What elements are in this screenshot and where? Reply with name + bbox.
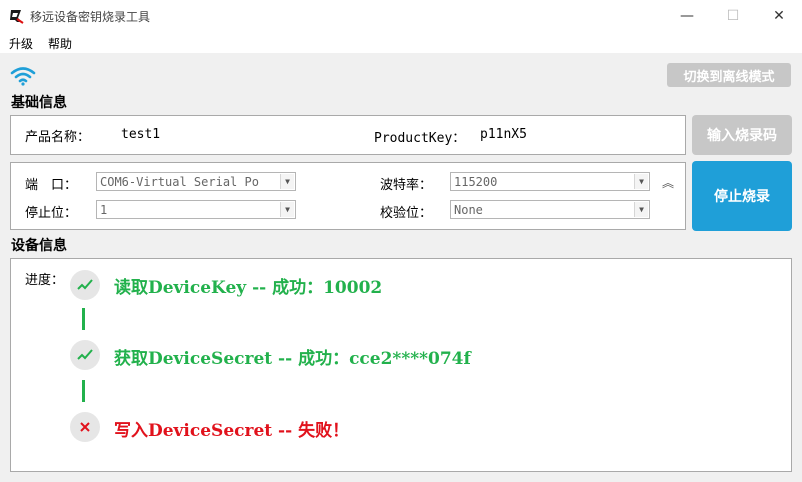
menu-upgrade[interactable]: 升级 — [9, 35, 33, 52]
window-title: 移远设备密钥烧录工具 — [30, 10, 151, 24]
close-button[interactable]: ✕ — [756, 0, 802, 31]
baud-select[interactable]: 115200 ▼ — [450, 172, 650, 191]
success-check-icon — [70, 340, 100, 370]
stopbits-select-value: 1 — [100, 202, 108, 217]
product-key-label: ProductKey： — [374, 131, 466, 146]
step-connector — [82, 380, 85, 402]
basic-info-title: 基础信息 — [11, 95, 67, 111]
port-select-value: COM6-Virtual Serial Po — [100, 174, 259, 189]
offline-mode-button[interactable]: 切换到离线模式 — [667, 63, 791, 87]
input-burn-code-button[interactable]: 输入烧录码 — [692, 115, 792, 155]
step-read-devicekey: 读取DeviceKey -- 成功：10002 — [114, 278, 383, 298]
maximize-icon: ☐ — [726, 7, 740, 24]
product-key-value: p11nX5 — [480, 127, 527, 142]
basic-info-panel — [10, 115, 686, 155]
maximize-button[interactable]: ☐ — [710, 0, 756, 31]
device-info-title: 设备信息 — [11, 238, 67, 254]
product-name-label: 产品名称： — [25, 130, 91, 145]
product-name-value: test1 — [121, 127, 161, 142]
step-get-devicesecret: 获取DeviceSecret -- 成功：cce2****074f — [114, 349, 471, 369]
minimize-button[interactable]: — — [664, 0, 710, 31]
parity-select-value: None — [454, 202, 483, 217]
wifi-icon — [10, 67, 36, 86]
app-logo-icon — [10, 10, 24, 24]
step-write-devicesecret: 写入DeviceSecret -- 失败！ — [114, 421, 350, 441]
stopbits-label: 停止位： — [25, 206, 78, 221]
stopbits-select[interactable]: 1 ▼ — [96, 200, 296, 219]
baud-select-value: 115200 — [454, 174, 498, 189]
minimize-icon: — — [680, 7, 694, 24]
progress-label: 进度： — [25, 273, 65, 288]
chevron-down-icon: ▼ — [280, 174, 294, 189]
menu-bar — [0, 31, 802, 53]
collapse-icon[interactable]: ︽ — [662, 174, 674, 191]
fail-cross-icon — [70, 412, 100, 442]
chevron-down-icon: ▼ — [634, 202, 648, 217]
menu-help[interactable]: 帮助 — [48, 35, 72, 52]
close-icon: ✕ — [773, 7, 785, 24]
success-check-icon — [70, 270, 100, 300]
parity-select[interactable]: None ▼ — [450, 200, 650, 219]
port-label: 端 口： — [25, 178, 78, 193]
chevron-down-icon: ▼ — [634, 174, 648, 189]
chevron-down-icon: ▼ — [280, 202, 294, 217]
port-select[interactable]: COM6-Virtual Serial Po ▼ — [96, 172, 296, 191]
step-connector — [82, 308, 85, 330]
stop-burn-button[interactable]: 停止烧录 — [692, 161, 792, 231]
parity-label: 校验位： — [380, 206, 433, 221]
baud-label: 波特率： — [380, 178, 433, 193]
